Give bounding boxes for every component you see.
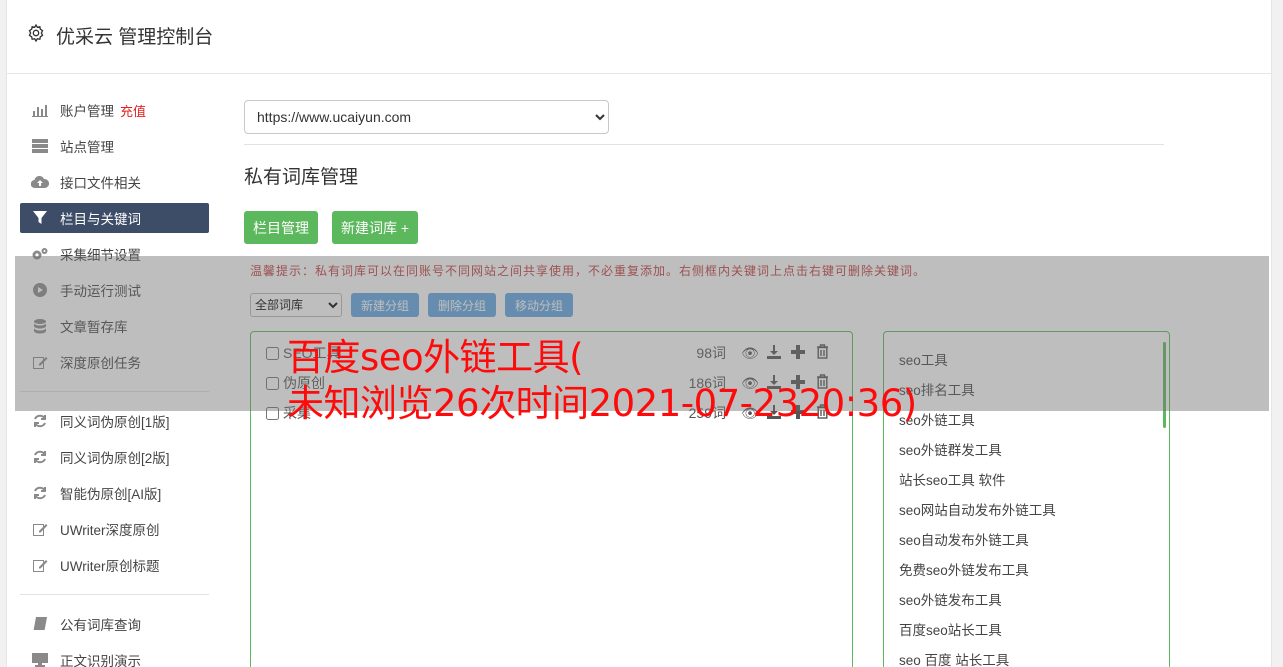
main-content: https://www.ucaiyun.com 私有词库管理 栏目管理 新建词库… (244, 100, 1164, 244)
sidebar-item-label: 站点管理 (60, 140, 114, 155)
sidebar-item-uwriter-deep[interactable]: UWriter深度原创 (20, 514, 209, 544)
divider (244, 144, 1164, 145)
sidebar-item-label: 正文识别演示 (60, 654, 141, 667)
sidebar-item-label: 栏目与关键词 (60, 212, 141, 227)
top-bar: 优采云 管理控制台 (7, 0, 1271, 74)
sidebar-item-columns-keywords[interactable]: 栏目与关键词 (20, 203, 209, 233)
sidebar-item-label: 同义词伪原创[2版] (60, 451, 170, 466)
sidebar-item-label: 智能伪原创[AI版] (60, 487, 162, 502)
sidebar-item-label: UWriter原创标题 (60, 559, 160, 574)
server-icon (31, 138, 49, 154)
keyword-item[interactable]: seo自动发布外链工具 (899, 529, 1029, 549)
refresh-icon (31, 485, 49, 501)
monitor-icon (31, 652, 49, 667)
watermark-line-1: 百度seo外链工具( (287, 336, 584, 379)
sidebar-divider (20, 594, 209, 595)
keyword-item[interactable]: 百度seo站长工具 (899, 619, 1002, 639)
keyword-item[interactable]: seo外链群发工具 (899, 439, 1002, 459)
sidebar-item-public-lexicon[interactable]: 公有词库查询 (20, 609, 209, 639)
sidebar-item-label: 账户管理 (60, 104, 114, 119)
sidebar-item-label: 同义词伪原创[1版] (60, 415, 170, 430)
recharge-link[interactable]: 充值 (120, 101, 146, 120)
column-manage-button[interactable]: 栏目管理 (244, 211, 318, 244)
keyword-item[interactable]: 免费seo外链发布工具 (899, 559, 1029, 579)
site-select[interactable]: https://www.ucaiyun.com (244, 100, 609, 134)
filter-icon (31, 210, 49, 226)
action-buttons: 栏目管理 新建词库 + (244, 211, 1164, 244)
sidebar-item-sites[interactable]: 站点管理 (20, 131, 209, 161)
keyword-item[interactable]: seo外链发布工具 (899, 589, 1002, 609)
sidebar-item-api-files[interactable]: 接口文件相关 (20, 167, 209, 197)
cloud-upload-icon (31, 174, 49, 190)
new-library-button[interactable]: 新建词库 + (332, 211, 419, 244)
sidebar-item-account[interactable]: 账户管理 充值 (20, 95, 209, 125)
sidebar-item-synonym-v2[interactable]: 同义词伪原创[2版] (20, 442, 209, 472)
book-icon (31, 616, 49, 632)
sidebar-item-label: 接口文件相关 (60, 176, 141, 191)
keyword-item[interactable]: seo网站自动发布外链工具 (899, 499, 1056, 519)
sidebar-item-label: 公有词库查询 (60, 618, 141, 633)
refresh-icon (31, 449, 49, 465)
keyword-item[interactable]: 站长seo工具 软件 (899, 469, 1006, 489)
sidebar-item-label: UWriter深度原创 (60, 523, 160, 538)
bar-chart-icon (31, 102, 49, 118)
section-title: 私有词库管理 (244, 167, 359, 188)
sidebar-item-ai-rewrite[interactable]: 智能伪原创[AI版] (20, 478, 209, 508)
keyword-item[interactable]: seo 百度 站长工具 (899, 649, 1009, 667)
watermark-caption: 百度seo外链工具( 未知浏览26次时间2021-07-2320:36) (287, 335, 917, 427)
sidebar-item-uwriter-title[interactable]: UWriter原创标题 (20, 550, 209, 580)
edit-icon (31, 521, 49, 537)
refresh-icon (31, 413, 49, 429)
watermark-line-2: 未知浏览26次时间2021-07-2320:36) (287, 382, 917, 425)
sidebar-item-text-recognition[interactable]: 正文识别演示 (20, 645, 209, 667)
gear-icon (28, 23, 44, 43)
page-title: 优采云 管理控制台 (56, 27, 214, 48)
edit-icon (31, 557, 49, 573)
